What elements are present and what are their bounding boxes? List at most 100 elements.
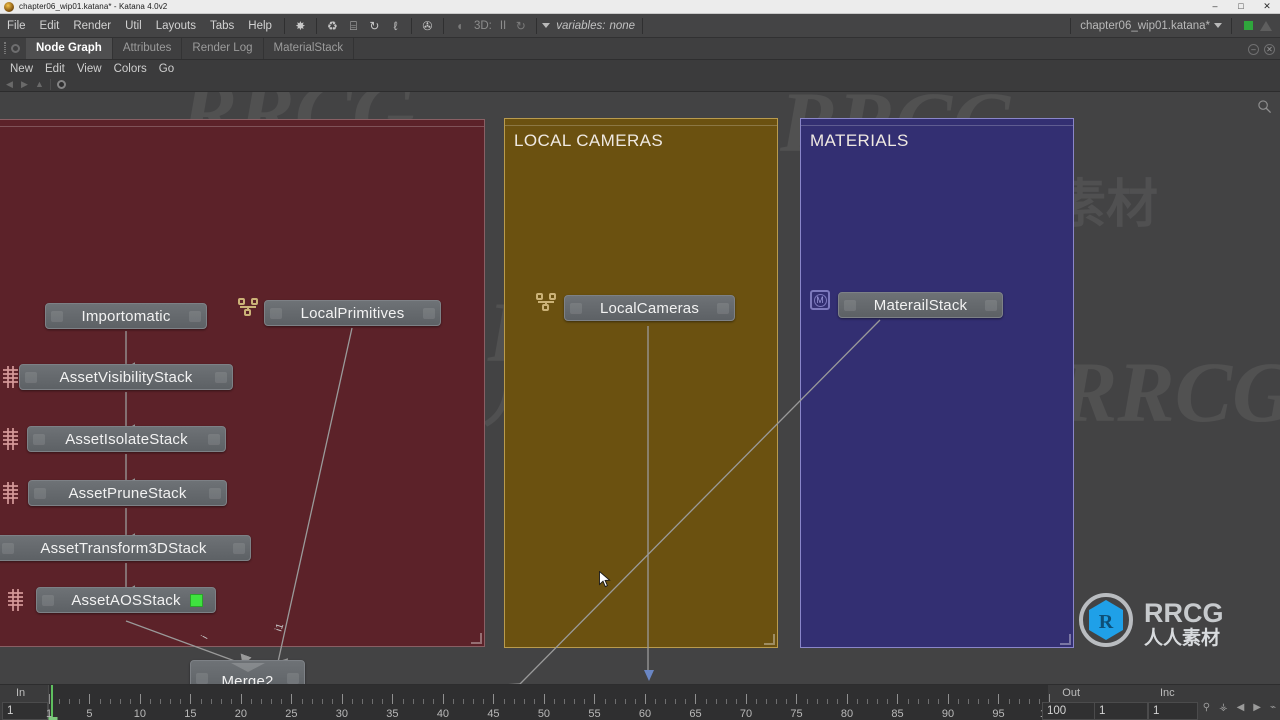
node-importomatic[interactable]: Importomatic xyxy=(45,303,207,329)
backdrop-materials[interactable]: MATERIALS xyxy=(800,118,1074,648)
tab-node-graph[interactable]: Node Graph xyxy=(26,38,113,59)
node-output-port[interactable] xyxy=(985,300,997,311)
node-output-port[interactable] xyxy=(208,434,220,445)
timeline-inc-field[interactable]: 1 xyxy=(1148,702,1198,720)
maximize-button[interactable]: □ xyxy=(1228,0,1254,14)
backdrop-header[interactable] xyxy=(505,119,777,126)
play-icon[interactable]: ◖ xyxy=(449,16,470,35)
minimize-button[interactable]: – xyxy=(1202,0,1228,14)
menu-help[interactable]: Help xyxy=(241,17,279,35)
node-assetprunestack[interactable]: AssetPruneStack xyxy=(28,480,227,506)
node-input-port[interactable] xyxy=(2,543,14,554)
backdrop-resize-handle[interactable] xyxy=(1060,634,1071,645)
node-assetvisibilitystack[interactable]: AssetVisibilityStack xyxy=(19,364,233,390)
node-input-port[interactable] xyxy=(844,300,856,311)
menu-file[interactable]: File xyxy=(0,17,33,35)
node-input-port[interactable] xyxy=(570,303,582,314)
gear-icon[interactable]: ✸ xyxy=(290,16,311,35)
backdrop-local-cameras[interactable]: LOCAL CAMERAS xyxy=(504,118,778,648)
panel-tab-bar: Node Graph Attributes Render Log Materia… xyxy=(0,38,1280,60)
minimize-panel-icon[interactable]: – xyxy=(1248,44,1259,55)
ruler-tick xyxy=(362,699,364,704)
node-render-flag[interactable] xyxy=(190,594,203,607)
ruler-label: 15 xyxy=(184,708,197,720)
node-output-port[interactable] xyxy=(215,372,227,383)
backdrop-header[interactable] xyxy=(0,120,484,127)
close-button[interactable]: ✕ xyxy=(1254,0,1280,14)
backdrop-resize-handle[interactable] xyxy=(764,634,775,645)
panel-menu-view[interactable]: View xyxy=(71,62,108,76)
node-assetisolatestack[interactable]: AssetIsolateStack xyxy=(27,426,226,452)
node-assettransform3dstack[interactable]: AssetTransform3DStack xyxy=(0,535,251,561)
node-input-port[interactable] xyxy=(196,673,208,684)
render-icon[interactable]: ✇ xyxy=(417,16,438,35)
ruler-tick xyxy=(331,699,333,704)
menu-layouts[interactable]: Layouts xyxy=(149,17,203,35)
close-panel-icon[interactable]: ✕ xyxy=(1264,44,1275,55)
back-icon[interactable]: ◀ xyxy=(2,78,17,91)
node-output-port[interactable] xyxy=(287,673,299,684)
forward-icon[interactable]: ▶ xyxy=(17,78,32,91)
menu-edit[interactable]: Edit xyxy=(33,17,67,35)
panel-options-icon[interactable] xyxy=(11,44,20,53)
status-badge xyxy=(1244,21,1253,30)
panel-menu-edit[interactable]: Edit xyxy=(39,62,71,76)
ruler-tick xyxy=(968,699,970,704)
node-output-port[interactable] xyxy=(189,311,201,322)
tab-drag-handle[interactable] xyxy=(0,37,9,59)
node-graph-canvas[interactable]: RRCG RRCG RRCG RRCG RRCG RRCG 人人素材 人人素材 … xyxy=(0,92,1280,684)
timeline-ruler[interactable]: 1510152025303540455055606570758085909510… xyxy=(46,685,1058,720)
timeline-current-frame-field[interactable]: 1 xyxy=(1094,702,1148,720)
variables-value[interactable]: none xyxy=(607,20,637,32)
backdrop-resize-handle[interactable] xyxy=(471,633,482,644)
panel-menu-new[interactable]: New xyxy=(4,62,39,76)
node-output-port[interactable] xyxy=(717,303,729,314)
node-input-port[interactable] xyxy=(33,434,45,445)
backdrop-header[interactable] xyxy=(801,119,1073,126)
prev-key-icon[interactable]: ◀ xyxy=(1237,703,1245,713)
katana-window: chapter06_wip01.katana* - Katana 4.0v2 –… xyxy=(0,0,1280,720)
ruler-tick xyxy=(79,699,81,704)
node-materailstack[interactable]: MaterailStack xyxy=(838,292,1003,318)
node-localcameras[interactable]: LocalCameras xyxy=(564,295,735,321)
next-key-icon[interactable]: ▶ xyxy=(1253,703,1261,713)
tab-render-log[interactable]: Render Log xyxy=(182,38,264,59)
menu-util[interactable]: Util xyxy=(118,17,149,35)
menu-tabs[interactable]: Tabs xyxy=(203,17,241,35)
backdrop-title: LOCAL CAMERAS xyxy=(514,131,664,150)
key-icon[interactable]: ⚲ xyxy=(1203,703,1210,713)
lock-icon[interactable]: ⌸ xyxy=(343,16,364,35)
ruler-tick xyxy=(523,699,525,704)
node-output-port[interactable] xyxy=(233,543,245,554)
node-localprimitives[interactable]: LocalPrimitives xyxy=(264,300,441,326)
panel-menu-go[interactable]: Go xyxy=(153,62,180,76)
root-node-icon[interactable] xyxy=(54,78,69,91)
warning-icon[interactable] xyxy=(1260,20,1272,31)
chevron-down-icon[interactable] xyxy=(542,23,551,28)
tab-materialstack[interactable]: MaterialStack xyxy=(264,38,355,59)
node-output-port[interactable] xyxy=(209,488,221,499)
panel-menu-colors[interactable]: Colors xyxy=(108,62,153,76)
ruler-tick xyxy=(453,699,455,704)
chevron-down-icon[interactable] xyxy=(1214,23,1222,28)
ruler-tick xyxy=(998,694,1000,704)
curve-icon[interactable]: ⌁ xyxy=(1270,703,1276,713)
node-input-port[interactable] xyxy=(270,308,282,319)
recycle-icon[interactable]: ♻ xyxy=(322,16,343,35)
node-output-port[interactable] xyxy=(423,308,435,319)
node-input-port[interactable] xyxy=(42,595,54,606)
active-file-selector[interactable]: chapter06_wip01.katana* xyxy=(1076,20,1214,32)
node-assetaosstack[interactable]: AssetAOSStack xyxy=(36,587,216,613)
node-input-port[interactable] xyxy=(25,372,37,383)
node-input-port[interactable] xyxy=(34,488,46,499)
reload-icon[interactable]: ↻ xyxy=(510,16,531,35)
timeline-in-field[interactable]: 1 xyxy=(2,702,48,720)
tab-attributes[interactable]: Attributes xyxy=(113,38,183,59)
up-icon[interactable]: ▲ xyxy=(32,78,47,91)
keyframe-icon[interactable]: ⚶ xyxy=(1219,703,1228,713)
node-input-port[interactable] xyxy=(51,311,63,322)
refresh-icon[interactable]: ↻ xyxy=(364,16,385,35)
node-merge2[interactable]: Merge2 xyxy=(190,660,305,684)
menu-render[interactable]: Render xyxy=(66,17,118,35)
branch-icon[interactable]: ℓ xyxy=(385,16,406,35)
